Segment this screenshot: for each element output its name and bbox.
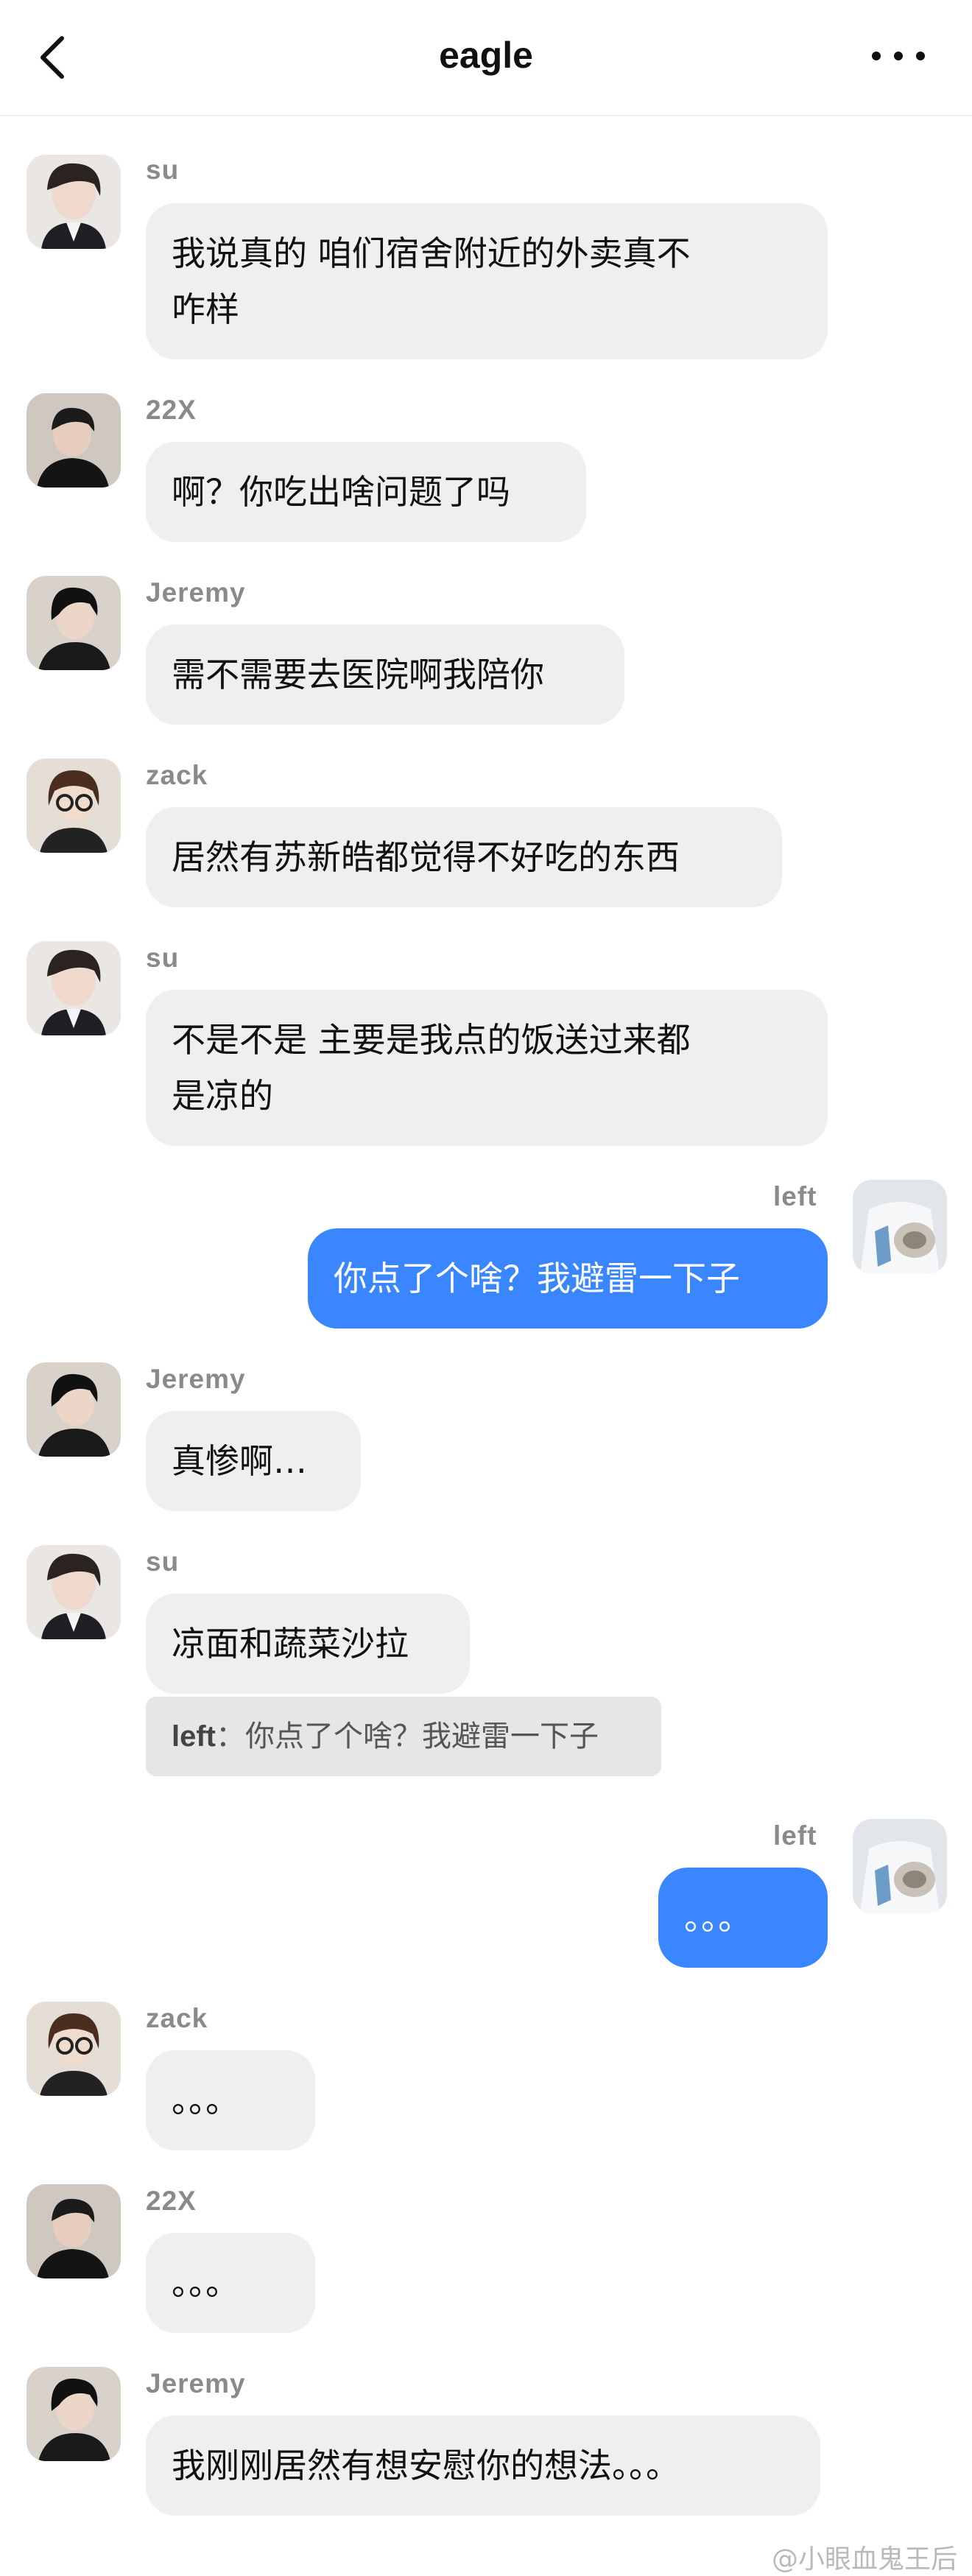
avatar-su[interactable] — [27, 941, 121, 1035]
sender-name: zack — [146, 760, 208, 790]
chat-title: eagle — [439, 35, 533, 76]
message-row: su 不是不是 主要是我点的饭送过来都 是凉的 — [0, 938, 972, 1146]
avatar-left[interactable] — [853, 1819, 947, 1913]
message-bubble[interactable]: 真惨啊… — [146, 1411, 361, 1511]
top-bar: eagle — [0, 0, 972, 116]
message-row: Jeremy 真惨啊… — [0, 1359, 972, 1511]
quoted-sender: left — [172, 1720, 216, 1753]
avatar-left[interactable] — [853, 1180, 947, 1274]
sender-name: Jeremy — [146, 1364, 246, 1394]
message-bubble[interactable]: 凉面和蔬菜沙拉 — [146, 1594, 470, 1694]
message-bubble[interactable]: 啊？你吃出啥问题了吗 — [146, 442, 586, 542]
message-bubble[interactable]: 。。。 — [146, 2050, 315, 2150]
message-row: 22X 啊？你吃出啥问题了吗 — [0, 390, 972, 542]
avatar-jeremy[interactable] — [27, 576, 121, 670]
message-row: left 你点了个啥？我避雷一下子 — [0, 1177, 972, 1329]
message-row: 22X 。。。 — [0, 2181, 972, 2333]
message-row: su 凉面和蔬菜沙拉 left：你点了个啥？我避雷一下子 — [0, 1542, 972, 1785]
message-bubble-mine[interactable]: 你点了个啥？我避雷一下子 — [308, 1228, 828, 1329]
message-row: su 我说真的 咱们宿舍附近的外卖真不 咋样 — [0, 152, 972, 359]
message-row: zack 居然有苏新皓都觉得不好吃的东西 — [0, 756, 972, 907]
sender-name: su — [146, 155, 180, 185]
sender-name: su — [146, 1546, 180, 1577]
sender-name: 22X — [146, 395, 197, 425]
message-bubble[interactable]: 。。。 — [146, 2233, 315, 2333]
watermark: @小眼血鬼王后 — [771, 2544, 957, 2575]
message-row: left 。。。 — [0, 1816, 972, 1968]
avatar-22x[interactable] — [27, 393, 121, 488]
sender-name: Jeremy — [146, 577, 246, 608]
message-row: Jeremy 需不需要去医院啊我陪你 — [0, 573, 972, 725]
sender-name: zack — [146, 2003, 208, 2033]
sender-name: Jeremy — [146, 2368, 246, 2399]
avatar-zack[interactable] — [27, 759, 121, 853]
avatar-jeremy[interactable] — [27, 2367, 121, 2461]
avatar-22x[interactable] — [27, 2184, 121, 2278]
avatar-zack[interactable] — [27, 2002, 121, 2096]
sender-name: 22X — [146, 2186, 197, 2216]
quoted-reply[interactable]: left：你点了个啥？我避雷一下子 — [146, 1697, 661, 1776]
avatar-su[interactable] — [27, 1545, 121, 1639]
message-bubble[interactable]: 我刚刚居然有想安慰你的想法。。。 — [146, 2415, 820, 2516]
avatar-su[interactable] — [27, 155, 121, 249]
message-bubble[interactable]: 需不需要去医院啊我陪你 — [146, 624, 624, 725]
sender-name: left — [773, 1820, 817, 1851]
quoted-text: 你点了个啥？我避雷一下子 — [245, 1720, 599, 1753]
sender-name: su — [146, 943, 180, 973]
more-dots-icon[interactable] — [862, 41, 935, 71]
message-bubble[interactable]: 我说真的 咱们宿舍附近的外卖真不 咋样 — [146, 203, 828, 359]
sender-name: left — [773, 1181, 817, 1211]
message-row: zack 。。。 — [0, 1999, 972, 2150]
avatar-jeremy[interactable] — [27, 1362, 121, 1457]
message-bubble-mine[interactable]: 。。。 — [658, 1868, 828, 1968]
quote-colon: ： — [216, 1720, 245, 1753]
message-row: Jeremy 我刚刚居然有想安慰你的想法。。。 — [0, 2364, 972, 2516]
message-bubble[interactable]: 居然有苏新皓都觉得不好吃的东西 — [146, 807, 782, 907]
message-bubble[interactable]: 不是不是 主要是我点的饭送过来都 是凉的 — [146, 990, 828, 1146]
